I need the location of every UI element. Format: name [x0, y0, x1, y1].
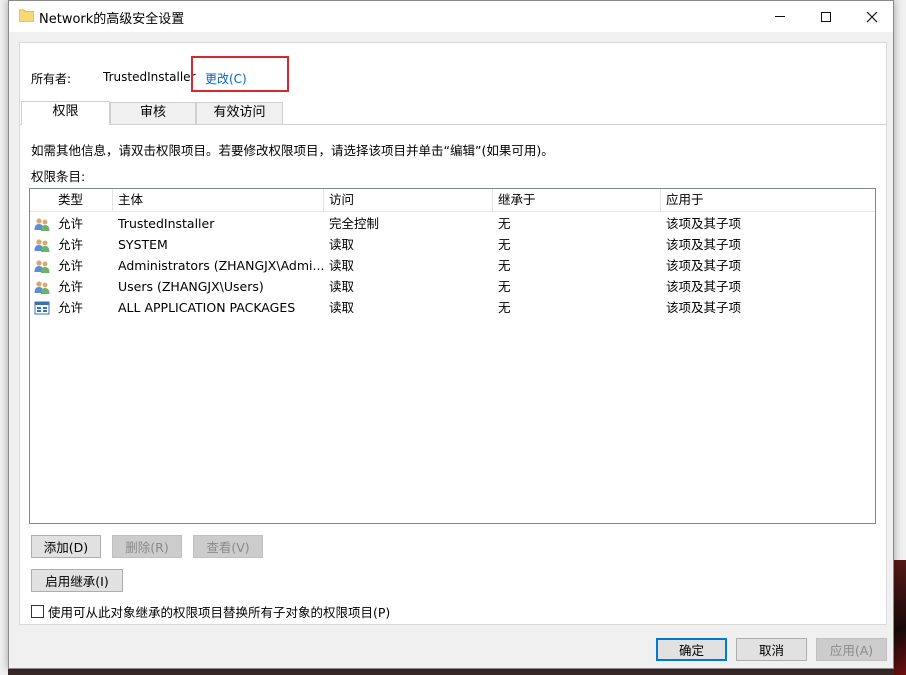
replace-child-permissions-label: 使用可从此对象继承的权限项目替换所有子对象的权限项目(P) [48, 605, 391, 620]
column-header-access[interactable]: 访问 [324, 189, 493, 212]
advanced-security-settings-window: Network的高级安全设置 所有者: TrustedInstaller 更改(… [8, 0, 894, 669]
table-row[interactable]: 允许 Users (ZHANGJX\Users) 读取 无 该项及其子项 [30, 276, 875, 297]
table-row[interactable]: 允许 ALL APPLICATION PACKAGES 读取 无 该项及其子项 [30, 297, 875, 318]
remove-button[interactable]: 删除(R) [112, 535, 182, 558]
cancel-button[interactable]: 取消 [736, 638, 807, 661]
column-header-icon[interactable] [30, 189, 53, 212]
row-type: 允许 [58, 300, 84, 315]
app-packages-icon [34, 301, 50, 315]
list-header: 类型 主体 访问 继承于 应用于 [30, 189, 875, 212]
info-text: 如需其他信息，请双击权限项目。若要修改权限项目，请选择该项目并单击“编辑”(如果… [31, 143, 554, 158]
row-principal: TrustedInstaller [118, 216, 215, 231]
row-inherited-from: 无 [498, 216, 511, 231]
user-group-icon [34, 260, 50, 273]
table-row[interactable]: 允许 TrustedInstaller 完全控制 无 该项及其子项 [30, 213, 875, 234]
row-principal: ALL APPLICATION PACKAGES [118, 300, 296, 315]
row-applies-to: 该项及其子项 [666, 258, 742, 273]
minimize-button[interactable] [757, 1, 803, 32]
row-access: 完全控制 [329, 216, 380, 231]
row-access: 读取 [329, 258, 355, 273]
minimize-icon [775, 16, 785, 17]
tab-effective-access[interactable]: 有效访问 [196, 102, 283, 125]
apply-button[interactable]: 应用(A) [816, 638, 887, 661]
highlight-annotation-box [191, 56, 289, 92]
row-type: 允许 [58, 216, 84, 231]
row-principal: Users (ZHANGJX\Users) [118, 279, 264, 294]
row-applies-to: 该项及其子项 [666, 237, 742, 252]
column-header-type[interactable]: 类型 [53, 189, 113, 212]
row-access: 读取 [329, 279, 355, 294]
tab-auditing[interactable]: 审核 [110, 102, 196, 125]
row-principal: Administrators (ZHANGJX\Admi... [118, 258, 324, 273]
table-row[interactable]: 允许 SYSTEM 读取 无 该项及其子项 [30, 234, 875, 255]
close-button[interactable] [849, 1, 895, 32]
user-group-icon [34, 239, 50, 252]
background-wallpaper [894, 560, 906, 675]
title-bar[interactable]: Network的高级安全设置 [9, 1, 893, 32]
maximize-icon [821, 11, 831, 22]
tab-divider [20, 124, 886, 125]
enable-inheritance-button[interactable]: 启用继承(I) [31, 569, 123, 592]
row-inherited-from: 无 [498, 279, 511, 294]
row-type: 允许 [58, 279, 84, 294]
window-title: Network的高级安全设置 [39, 12, 185, 27]
user-group-icon [34, 281, 50, 294]
permission-entries-label: 权限条目: [31, 169, 86, 184]
row-access: 读取 [329, 237, 355, 252]
column-header-principal[interactable]: 主体 [113, 189, 324, 212]
view-button[interactable]: 查看(V) [193, 535, 263, 558]
row-inherited-from: 无 [498, 300, 511, 315]
permission-entries-list[interactable]: 类型 主体 访问 继承于 应用于 允许 TrustedInstaller 完全控… [29, 188, 876, 524]
row-applies-to: 该项及其子项 [666, 279, 742, 294]
column-header-applies-to[interactable]: 应用于 [661, 189, 875, 212]
replace-child-permissions-checkbox[interactable] [31, 605, 44, 618]
owner-value: TrustedInstaller [103, 70, 196, 84]
row-applies-to: 该项及其子项 [666, 216, 742, 231]
ok-button[interactable]: 确定 [656, 638, 727, 661]
row-applies-to: 该项及其子项 [666, 300, 742, 315]
row-inherited-from: 无 [498, 237, 511, 252]
add-button[interactable]: 添加(D) [31, 535, 101, 558]
close-icon [866, 11, 878, 22]
tab-permissions[interactable]: 权限 [21, 101, 110, 125]
table-row[interactable]: 允许 Administrators (ZHANGJX\Admi... 读取 无 … [30, 255, 875, 276]
background-window-left [0, 0, 8, 675]
row-type: 允许 [58, 237, 84, 252]
row-principal: SYSTEM [118, 237, 168, 252]
column-header-inherited-from[interactable]: 继承于 [493, 189, 661, 212]
row-access: 读取 [329, 300, 355, 315]
replace-child-permissions-option[interactable]: 使用可从此对象继承的权限项目替换所有子对象的权限项目(P) [31, 602, 390, 621]
owner-label: 所有者: [31, 72, 72, 86]
row-inherited-from: 无 [498, 258, 511, 273]
maximize-button[interactable] [803, 1, 849, 32]
row-type: 允许 [58, 258, 84, 273]
folder-icon [19, 9, 34, 22]
user-group-icon [34, 218, 50, 231]
